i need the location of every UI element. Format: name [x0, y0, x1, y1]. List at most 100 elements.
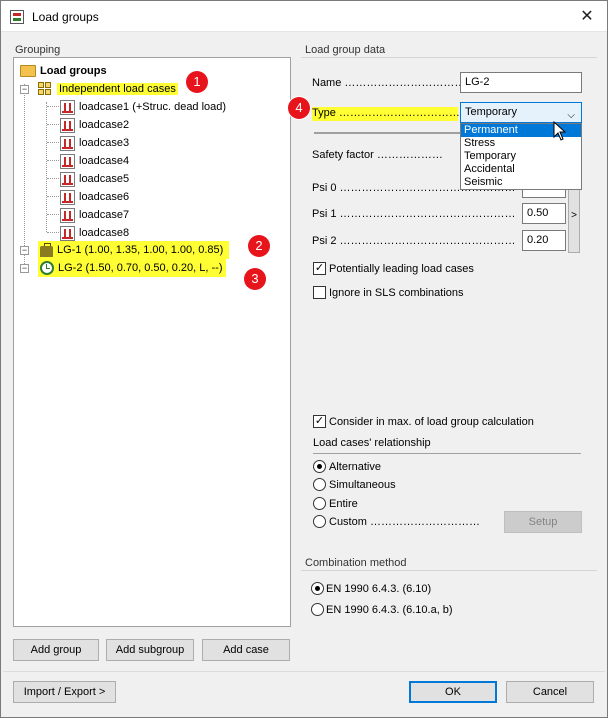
- expander-lg2[interactable]: −: [20, 264, 29, 273]
- radio-custom[interactable]: [313, 515, 326, 528]
- tree-line: [47, 232, 59, 233]
- folder-open-icon: [20, 65, 36, 78]
- setup-button[interactable]: Setup: [504, 511, 582, 533]
- type-separator: [314, 132, 460, 134]
- psi2-input[interactable]: 0.20: [522, 230, 566, 251]
- tree-line: [47, 124, 59, 125]
- grouping-title: Grouping: [15, 44, 61, 56]
- expander-lg1[interactable]: −: [20, 246, 29, 255]
- independent-label: Independent load cases: [57, 83, 178, 95]
- window-title: Load groups: [32, 10, 99, 24]
- type-option-accidental[interactable]: Accidental: [461, 163, 581, 176]
- grouping-tree[interactable]: Load groups − Independent load cases loa…: [13, 57, 291, 627]
- relationship-separator: [313, 453, 581, 454]
- mouse-pointer-icon: [553, 121, 567, 141]
- custom-label: Custom …………………………: [329, 516, 480, 528]
- tree-item-loadcase7[interactable]: loadcase7: [60, 206, 129, 224]
- safety-factor-label: Safety factor ………………: [312, 149, 443, 161]
- potentially-leading-checkbox[interactable]: ✓: [313, 262, 326, 275]
- alternative-label: Alternative: [329, 461, 381, 473]
- consider-max-label: Consider in max. of load group calculati…: [329, 416, 534, 428]
- add-subgroup-button[interactable]: Add subgroup: [106, 639, 194, 661]
- type-select-value: Temporary: [465, 106, 517, 118]
- simultaneous-label: Simultaneous: [329, 479, 396, 491]
- load-case-icon: [60, 207, 75, 223]
- type-option-temporary[interactable]: Temporary: [461, 150, 581, 163]
- entire-label: Entire: [329, 498, 358, 510]
- consider-max-checkbox[interactable]: ✓: [313, 415, 326, 428]
- type-label: Type ……………………………: [312, 107, 460, 121]
- tree-line: [24, 84, 25, 268]
- add-group-button[interactable]: Add group: [13, 639, 99, 661]
- name-input[interactable]: LG-2: [460, 72, 582, 93]
- tree-item-lg2[interactable]: LG-2 (1.50, 0.70, 0.50, 0.20, L, --): [38, 259, 227, 277]
- tree-item-lg1[interactable]: LG-1 (1.00, 1.35, 1.00, 1.00, 0.85): [38, 241, 230, 259]
- psi2-label: Psi 2 …………………………………………: [312, 235, 516, 247]
- tree-root[interactable]: Load groups: [20, 62, 107, 80]
- tree-item-loadcase5[interactable]: loadcase5: [60, 170, 129, 188]
- load-case-icon: [60, 153, 75, 169]
- load-case-icon: [60, 171, 75, 187]
- annotation-badge-4: 4: [288, 97, 310, 119]
- annotation-badge-1: 1: [186, 71, 208, 93]
- loadcase-label: loadcase7: [79, 209, 130, 221]
- name-label: Name ……………………………: [312, 77, 466, 89]
- tree-item-loadcase4[interactable]: loadcase4: [60, 152, 129, 170]
- close-button[interactable]: ✕: [577, 7, 597, 27]
- tree-line: [47, 106, 59, 107]
- type-dots: ……………………………: [338, 107, 460, 119]
- expander-independent[interactable]: −: [20, 85, 29, 94]
- add-case-button[interactable]: Add case: [202, 639, 290, 661]
- loadcase-label: loadcase1 (+Struc. dead load): [79, 101, 227, 113]
- radio-en1990-6-10ab[interactable]: [311, 603, 324, 616]
- radio-alternative[interactable]: [313, 460, 326, 473]
- tree-item-loadcase2[interactable]: loadcase2: [60, 116, 129, 134]
- radio-entire[interactable]: [313, 497, 326, 510]
- load-case-icon: [60, 117, 75, 133]
- name-dots: ……………………………: [344, 77, 466, 89]
- annotation-badge-3: 3: [244, 268, 266, 290]
- type-select[interactable]: Temporary ⌵: [460, 102, 582, 123]
- radio-simultaneous[interactable]: [313, 478, 326, 491]
- type-option-seismic[interactable]: Seismic: [461, 176, 581, 189]
- radio-en1990-6-10[interactable]: [311, 582, 324, 595]
- lg1-label: LG-1 (1.00, 1.35, 1.00, 1.00, 0.85): [57, 244, 224, 256]
- tree-item-independent[interactable]: Independent load cases: [38, 80, 178, 98]
- loadcase-label: loadcase8: [79, 227, 130, 239]
- ignore-sls-label: Ignore in SLS combinations: [329, 287, 464, 299]
- tree-line: [47, 214, 59, 215]
- app-icon: [10, 10, 24, 24]
- tree-line: [47, 160, 59, 161]
- loadcase-label: loadcase4: [79, 155, 130, 167]
- psi1-input[interactable]: 0.50: [522, 203, 566, 224]
- tree-item-loadcase3[interactable]: loadcase3: [60, 134, 129, 152]
- lg2-label: LG-2 (1.50, 0.70, 0.50, 0.20, L, --): [58, 262, 223, 274]
- potentially-leading-label: Potentially leading load cases: [329, 263, 474, 275]
- tree-line: [46, 102, 47, 232]
- title-bar: Load groups ✕: [1, 1, 607, 32]
- loadcase-label: loadcase6: [79, 191, 130, 203]
- tree-item-loadcase6[interactable]: loadcase6: [60, 188, 129, 206]
- ok-button[interactable]: OK: [409, 681, 497, 703]
- relationship-title: Load cases' relationship: [313, 437, 431, 449]
- group-data-top-line: [301, 57, 597, 58]
- clock-icon: [40, 261, 54, 276]
- tree-item-loadcase8[interactable]: loadcase8: [60, 224, 129, 242]
- import-export-button[interactable]: Import / Export >: [13, 681, 116, 703]
- psi1-label: Psi 1 …………………………………………: [312, 208, 516, 220]
- tree-item-loadcase1[interactable]: loadcase1 (+Struc. dead load): [60, 98, 226, 116]
- footer-separator: [3, 671, 605, 672]
- cancel-button[interactable]: Cancel: [506, 681, 594, 703]
- combination-method-title: Combination method: [305, 557, 407, 569]
- tree-line: [47, 178, 59, 179]
- load-case-icon: [60, 135, 75, 151]
- loadcase-label: loadcase2: [79, 119, 130, 131]
- ignore-sls-checkbox[interactable]: [313, 286, 326, 299]
- load-groups-dialog: Load groups ✕ Grouping Load groups − Ind…: [0, 0, 608, 718]
- load-case-icon: [60, 225, 75, 241]
- annotation-badge-2: 2: [248, 235, 270, 257]
- tree-line: [47, 196, 59, 197]
- load-case-group-icon: [38, 81, 53, 97]
- loadcase-label: loadcase3: [79, 137, 130, 149]
- loadcase-label: loadcase5: [79, 173, 130, 185]
